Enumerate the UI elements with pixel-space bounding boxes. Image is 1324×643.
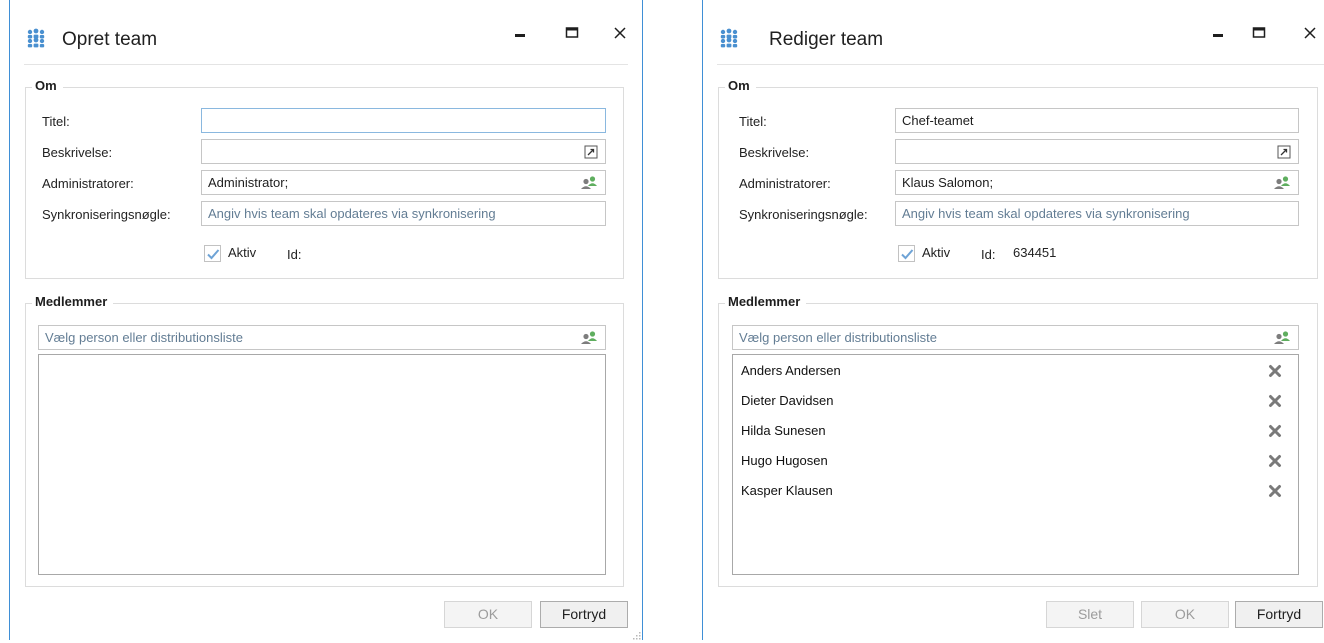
person-picker-icon[interactable] bbox=[1273, 330, 1291, 345]
active-label: Aktiv bbox=[922, 245, 951, 260]
active-checkbox[interactable] bbox=[204, 245, 221, 262]
title-label: Titel: bbox=[42, 114, 70, 129]
remove-member-icon[interactable] bbox=[1268, 394, 1282, 408]
cancel-button[interactable]: Fortryd bbox=[1235, 601, 1323, 628]
member-name: Kasper Klausen bbox=[741, 483, 833, 498]
title-bar[interactable]: Opret team bbox=[10, 0, 642, 68]
sync-key-input[interactable]: Angiv hvis team skal opdateres via synkr… bbox=[201, 201, 606, 226]
expand-text-icon[interactable] bbox=[584, 145, 598, 159]
id-label: Id: bbox=[287, 247, 302, 262]
title-divider bbox=[717, 64, 1324, 65]
member-list[interactable] bbox=[38, 354, 606, 575]
maximize-button[interactable] bbox=[1245, 22, 1273, 46]
list-item[interactable]: Kasper Klausen bbox=[733, 476, 1298, 506]
minimize-icon bbox=[515, 34, 525, 37]
minimize-icon bbox=[1213, 34, 1223, 37]
member-picker-placeholder: Vælg person eller distributionsliste bbox=[739, 330, 937, 345]
description-input[interactable] bbox=[201, 139, 606, 164]
active-checkbox[interactable] bbox=[898, 245, 915, 262]
ok-button[interactable]: OK bbox=[1141, 601, 1229, 628]
member-picker-placeholder: Vælg person eller distributionsliste bbox=[45, 330, 243, 345]
title-bar[interactable]: Rediger team bbox=[703, 0, 1324, 68]
title-input[interactable] bbox=[201, 108, 606, 133]
expand-text-icon[interactable] bbox=[1277, 145, 1291, 159]
person-picker-icon[interactable] bbox=[580, 330, 598, 345]
about-legend: Om bbox=[32, 78, 63, 93]
list-item[interactable]: Hugo Hugosen bbox=[733, 446, 1298, 476]
about-legend: Om bbox=[725, 78, 756, 93]
administrators-label: Administratorer: bbox=[739, 176, 831, 191]
members-legend: Medlemmer bbox=[32, 294, 114, 309]
edit-team-dialog: Rediger team Om Titel: Chef-teamet Beskr… bbox=[702, 0, 1324, 640]
administrators-input[interactable]: Klaus Salomon; bbox=[895, 170, 1299, 195]
members-legend: Medlemmer bbox=[725, 294, 807, 309]
checkmark-icon bbox=[901, 249, 914, 260]
title-input[interactable]: Chef-teamet bbox=[895, 108, 1299, 133]
maximize-icon bbox=[565, 27, 579, 38]
sync-key-label: Synkroniseringsnøgle: bbox=[739, 207, 868, 222]
close-button[interactable] bbox=[1296, 22, 1324, 46]
member-name: Hilda Sunesen bbox=[741, 423, 826, 438]
member-picker-input[interactable]: Vælg person eller distributionsliste bbox=[38, 325, 606, 350]
minimize-button[interactable] bbox=[1204, 22, 1232, 46]
list-item[interactable]: Hilda Sunesen bbox=[733, 416, 1298, 446]
administrators-input[interactable]: Administrator; bbox=[201, 170, 606, 195]
description-label: Beskrivelse: bbox=[42, 145, 113, 160]
close-icon bbox=[1304, 27, 1316, 39]
dialog-title: Rediger team bbox=[769, 29, 884, 50]
person-picker-icon[interactable] bbox=[1273, 175, 1291, 190]
close-icon bbox=[614, 27, 626, 39]
administrators-label: Administratorer: bbox=[42, 176, 134, 191]
remove-member-icon[interactable] bbox=[1268, 424, 1282, 438]
person-picker-icon[interactable] bbox=[580, 175, 598, 190]
list-item[interactable]: Anders Andersen bbox=[733, 356, 1298, 386]
sync-key-label: Synkroniseringsnøgle: bbox=[42, 207, 171, 222]
member-name: Dieter Davidsen bbox=[741, 393, 834, 408]
ok-button[interactable]: OK bbox=[444, 601, 532, 628]
member-list[interactable]: Anders Andersen Dieter Davidsen Hilda Su… bbox=[732, 354, 1299, 575]
id-value: 634451 bbox=[1013, 245, 1057, 260]
checkmark-icon bbox=[207, 249, 220, 260]
description-input[interactable] bbox=[895, 139, 1299, 164]
active-label: Aktiv bbox=[228, 245, 257, 260]
resize-grip-icon[interactable] bbox=[631, 628, 641, 640]
minimize-button[interactable] bbox=[506, 22, 534, 46]
team-icon bbox=[718, 28, 740, 48]
member-name: Anders Andersen bbox=[741, 363, 841, 378]
cancel-button[interactable]: Fortryd bbox=[540, 601, 628, 628]
close-button[interactable] bbox=[606, 22, 634, 46]
member-name: Hugo Hugosen bbox=[741, 453, 828, 468]
remove-member-icon[interactable] bbox=[1268, 454, 1282, 468]
administrators-value: Administrator; bbox=[208, 175, 289, 190]
administrators-value: Klaus Salomon; bbox=[902, 175, 994, 190]
maximize-button[interactable] bbox=[558, 22, 586, 46]
description-label: Beskrivelse: bbox=[739, 145, 810, 160]
title-divider bbox=[24, 64, 628, 65]
maximize-icon bbox=[1252, 27, 1266, 38]
title-label: Titel: bbox=[739, 114, 767, 129]
dialog-title: Opret team bbox=[62, 29, 158, 50]
sync-key-input[interactable]: Angiv hvis team skal opdateres via synkr… bbox=[895, 201, 1299, 226]
member-picker-input[interactable]: Vælg person eller distributionsliste bbox=[732, 325, 1299, 350]
delete-button[interactable]: Slet bbox=[1046, 601, 1134, 628]
list-item[interactable]: Dieter Davidsen bbox=[733, 386, 1298, 416]
remove-member-icon[interactable] bbox=[1268, 364, 1282, 378]
remove-member-icon[interactable] bbox=[1268, 484, 1282, 498]
id-label: Id: bbox=[981, 247, 996, 262]
team-icon bbox=[25, 28, 47, 48]
create-team-dialog: Opret team Om Titel: Beskrivelse: Admini… bbox=[9, 0, 643, 640]
